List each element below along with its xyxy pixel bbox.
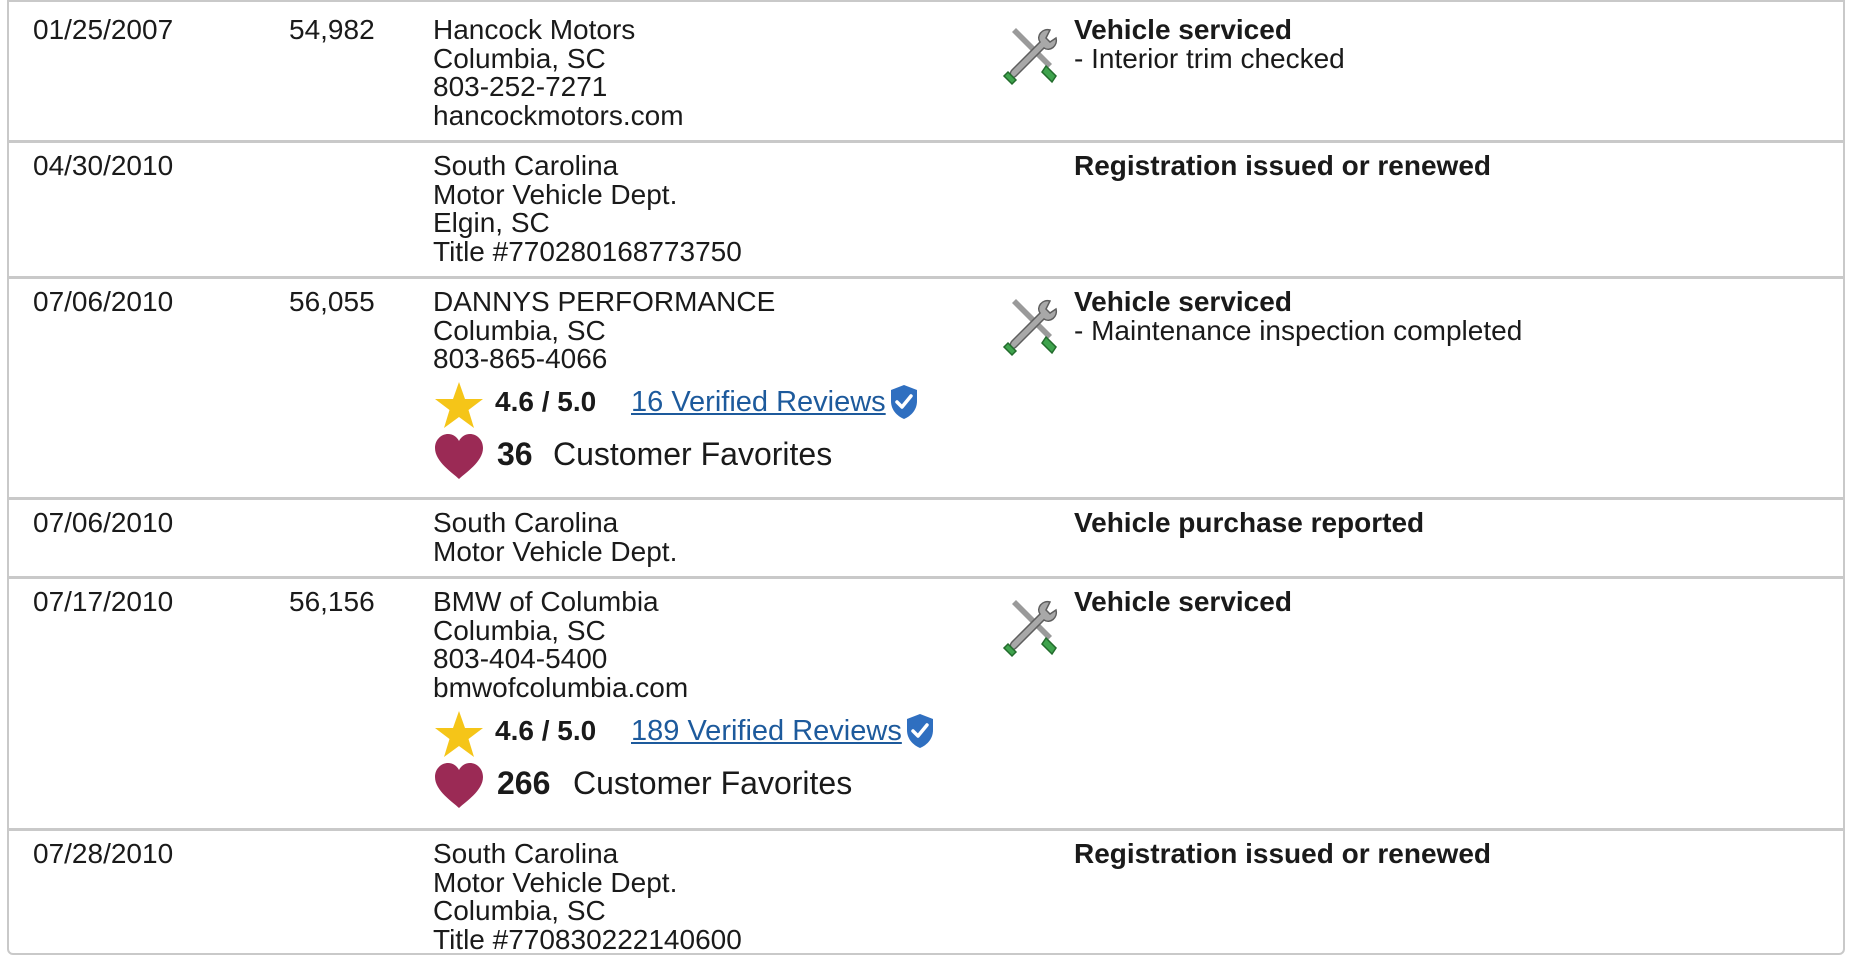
source-line: Motor Vehicle Dept. <box>433 866 678 898</box>
record-date: 07/06/2010 <box>33 286 174 317</box>
heart-icon <box>435 762 483 808</box>
source-line: South Carolina <box>433 838 619 869</box>
verified-reviews-link[interactable]: 16 Verified Reviews <box>631 388 886 417</box>
source-line: Columbia, SC <box>433 895 606 927</box>
source-line: South Carolina <box>433 507 619 538</box>
source-line: 803-252-7271 <box>433 71 608 103</box>
favorites-label: Customer Favorites <box>573 764 853 801</box>
record-date: 04/30/2010 <box>33 150 174 181</box>
table-row: 07/06/2010 South Carolina Motor Vehicle … <box>9 500 1843 579</box>
event-title: Vehicle serviced <box>1074 286 1292 317</box>
source-line: DANNYS PERFORMANCE <box>433 286 776 317</box>
source-line: South Carolina <box>433 150 619 181</box>
rating-row: 4.6 / 5.0 189 Verified Reviews <box>433 705 933 761</box>
source-line: Columbia, SC <box>433 314 606 346</box>
source-line: Elgin, SC <box>433 207 550 239</box>
service-tools-icon <box>1002 24 1062 88</box>
source-line: hancockmotors.com <box>433 100 684 132</box>
source-line: Title #770830222140600 <box>433 924 742 955</box>
verified-shield-icon <box>891 385 917 420</box>
record-details: Vehicle purchase reported <box>1074 507 1425 538</box>
star-icon <box>435 382 483 429</box>
verified-shield-icon <box>907 713 933 748</box>
verified-reviews-link[interactable]: 189 Verified Reviews <box>631 716 902 746</box>
event-title: Vehicle serviced <box>1074 586 1292 617</box>
source-line: Motor Vehicle Dept. <box>433 178 678 210</box>
source-line: 803-404-5400 <box>433 643 608 675</box>
vehicle-history-table: 01/25/2007 54,982 Hancock Motors Columbi… <box>7 0 1845 955</box>
record-details: Vehicle serviced - Maintenance inspectio… <box>1074 286 1523 346</box>
record-source: DANNYS PERFORMANCE Columbia, SC 803-865-… <box>433 286 917 488</box>
record-mileage: 54,982 <box>289 14 375 45</box>
heart-icon <box>435 434 483 480</box>
record-date: 07/06/2010 <box>33 507 174 538</box>
event-title: Vehicle purchase reported <box>1074 507 1425 538</box>
source-line: Title #770280168773750 <box>433 236 742 268</box>
table-row: 07/17/2010 56,156 BMW of Columbia Columb… <box>9 579 1843 831</box>
favorites-label: Customer Favorites <box>553 436 833 473</box>
record-source: South Carolina Motor Vehicle Dept. Colum… <box>433 838 742 955</box>
favorites-row: 266 Customer Favorites <box>433 761 852 817</box>
source-line: bmwofcolumbia.com <box>433 672 689 704</box>
event-title: Vehicle serviced <box>1074 14 1292 45</box>
event-title: Registration issued or renewed <box>1074 838 1491 869</box>
record-source: South Carolina Motor Vehicle Dept. <box>433 507 678 567</box>
favorites-count: 36 <box>497 436 533 473</box>
service-tools-icon <box>1002 596 1062 660</box>
rating-value: 4.6 / 5.0 <box>495 386 597 418</box>
record-mileage: 56,156 <box>289 586 375 617</box>
favorites-count: 266 <box>497 764 551 801</box>
record-source: BMW of Columbia Columbia, SC 803-404-540… <box>433 586 933 817</box>
source-line: BMW of Columbia <box>433 586 659 617</box>
table-row: 07/28/2010 South Carolina Motor Vehicle … <box>9 831 1843 955</box>
favorites-row: 36 Customer Favorites <box>433 432 832 488</box>
event-detail: - Interior trim checked <box>1074 42 1345 74</box>
rating-row: 4.6 / 5.0 16 Verified Reviews <box>433 376 917 432</box>
event-title: Registration issued or renewed <box>1074 150 1491 181</box>
source-line: Hancock Motors <box>433 14 636 45</box>
record-details: Registration issued or renewed <box>1074 838 1491 869</box>
table-row: 04/30/2010 South Carolina Motor Vehicle … <box>9 143 1843 279</box>
record-date: 07/17/2010 <box>33 586 174 617</box>
service-tools-icon <box>1002 295 1062 359</box>
source-line: Motor Vehicle Dept. <box>433 535 678 567</box>
star-icon <box>435 710 483 757</box>
source-line: Columbia, SC <box>433 42 606 74</box>
record-details: Vehicle serviced <box>1074 586 1292 617</box>
source-line: Columbia, SC <box>433 614 606 646</box>
record-source: Hancock Motors Columbia, SC 803-252-7271… <box>433 14 684 132</box>
record-date: 07/28/2010 <box>33 838 174 869</box>
table-row: 07/06/2010 56,055 DANNYS PERFORMANCE Col… <box>9 279 1843 500</box>
source-line: 803-865-4066 <box>433 343 608 375</box>
rating-value: 4.6 / 5.0 <box>495 714 597 746</box>
record-details: Registration issued or renewed <box>1074 150 1491 181</box>
record-date: 01/25/2007 <box>33 14 174 45</box>
record-source: South Carolina Motor Vehicle Dept. Elgin… <box>433 150 742 268</box>
record-details: Vehicle serviced - Interior trim checked <box>1074 14 1345 74</box>
table-row: 01/25/2007 54,982 Hancock Motors Columbi… <box>9 2 1843 143</box>
record-mileage: 56,055 <box>289 286 375 317</box>
event-detail: - Maintenance inspection completed <box>1074 314 1523 346</box>
